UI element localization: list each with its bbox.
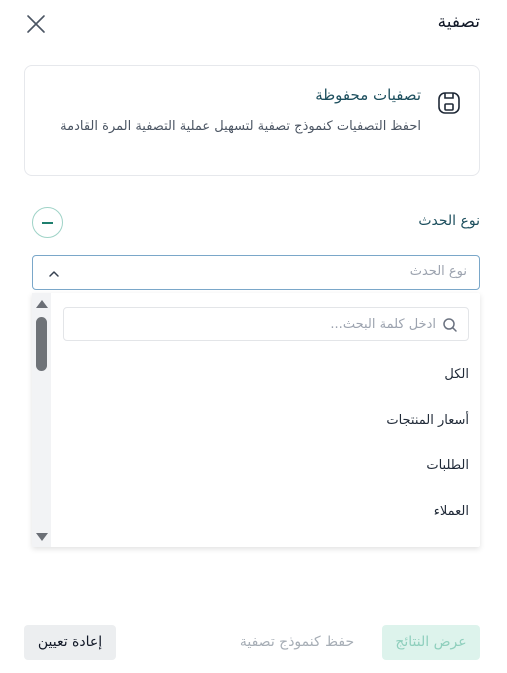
page-title: تصفية: [437, 12, 480, 32]
dropdown-scrollbar[interactable]: [32, 293, 51, 547]
reset-button[interactable]: إعادة تعيين: [24, 625, 116, 660]
save-as-template-button[interactable]: حفظ كنموذج تصفية: [222, 625, 372, 660]
select-placeholder: نوع الحدث: [409, 264, 467, 279]
event-type-select[interactable]: نوع الحدث: [32, 255, 480, 290]
show-results-button[interactable]: عرض النتائج: [382, 625, 480, 660]
dropdown-search: [63, 307, 469, 341]
scroll-down-arrow[interactable]: [36, 533, 48, 541]
event-type-label: نوع الحدث: [418, 213, 480, 229]
option-all[interactable]: الكل: [444, 367, 469, 382]
option-customers[interactable]: العملاء: [434, 504, 469, 519]
saved-filters-description: احفظ التصفيات كنموذج تصفية لتسهيل عملية …: [60, 119, 421, 134]
scroll-up-arrow[interactable]: [36, 300, 48, 308]
scroll-thumb[interactable]: [36, 317, 47, 371]
search-input[interactable]: [64, 308, 444, 340]
event-type-dropdown: الكل أسعار المنتجات الطلبات العملاء: [32, 293, 480, 547]
save-icon: [436, 90, 462, 116]
option-orders[interactable]: الطلبات: [426, 458, 469, 473]
chevron-up-icon: [47, 266, 61, 280]
option-product-prices[interactable]: أسعار المنتجات: [386, 413, 469, 428]
saved-filters-title: تصفيات محفوظة: [315, 86, 421, 104]
search-icon: [442, 317, 458, 333]
close-icon[interactable]: [24, 12, 48, 36]
filter-header: تصفية: [0, 0, 507, 48]
collapse-section-button[interactable]: [32, 207, 63, 238]
saved-filters-card[interactable]: تصفيات محفوظة احفظ التصفيات كنموذج تصفية…: [24, 65, 480, 176]
